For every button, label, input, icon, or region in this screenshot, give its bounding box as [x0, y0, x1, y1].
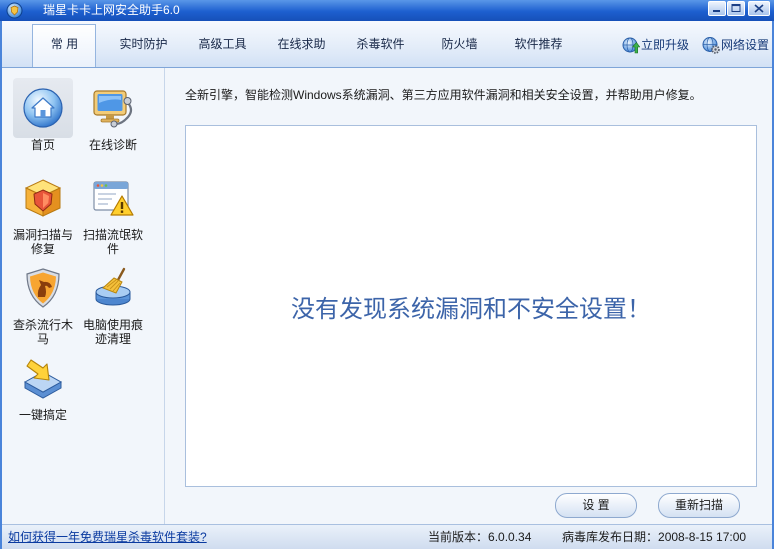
sidebar-item-label: 查杀流行木马: [12, 318, 73, 346]
network-settings-link[interactable]: 网络设置: [702, 36, 769, 54]
minimize-button[interactable]: [708, 1, 726, 16]
tab-online-help[interactable]: 在线求助: [262, 21, 341, 67]
upgrade-globe-icon: [622, 36, 640, 54]
sidebar-item-icon-area: [83, 258, 143, 318]
virus-db-date-info: 病毒库发布日期：2008-8-15 17:00: [562, 525, 746, 549]
version-info: 当前版本：6.0.0.34: [428, 525, 531, 549]
upgrade-now-label: 立即升级: [641, 38, 690, 52]
window-title: 瑞星卡卡上网安全助手6.0: [43, 3, 180, 17]
virus-db-date-label: 病毒库发布日期：: [562, 530, 659, 544]
tab-label: 杀毒软件: [356, 37, 405, 51]
sidebar-item-label: 漏洞扫描与修复: [12, 228, 73, 256]
tab-software-recommend[interactable]: 软件推荐: [499, 21, 578, 67]
sidebar-item-rogue-software-scan[interactable]: 扫描流氓软件: [80, 168, 146, 256]
tab-label: 实时防护: [119, 37, 168, 51]
upgrade-now-link[interactable]: 立即升级: [622, 36, 689, 54]
sidebar-item-icon-area: [13, 78, 73, 138]
tab-antivirus[interactable]: 杀毒软件: [341, 21, 420, 67]
sidebar-item-one-click[interactable]: 一键搞定: [10, 348, 76, 436]
tab-label: 软件推荐: [514, 37, 563, 51]
rescan-button[interactable]: 重新扫描: [658, 493, 740, 518]
sidebar-item-icon-area: [83, 78, 143, 138]
window-warning-icon: [93, 181, 134, 216]
sidebar-item-icon-area: [13, 348, 73, 408]
box-shield-icon: [24, 179, 62, 217]
tab-label: 高级工具: [198, 37, 247, 51]
version-label: 当前版本：: [428, 530, 489, 544]
scan-result-message: 没有发现系统漏洞和不安全设置！: [291, 294, 651, 323]
maximize-icon: [731, 4, 741, 12]
sidebar-item-label: 扫描流氓软件: [82, 228, 143, 256]
app-logo-icon[interactable]: [6, 2, 23, 19]
sidebar-item-label: 电脑使用痕迹清理: [82, 318, 143, 346]
window-frame-left: [0, 21, 2, 549]
network-settings-icon: [702, 36, 720, 54]
sidebar-item-icon-area: [13, 168, 73, 228]
sidebar-item-online-diagnosis[interactable]: 在线诊断: [80, 78, 146, 166]
home-icon: [23, 88, 63, 128]
tab-advanced-tools[interactable]: 高级工具: [183, 21, 262, 67]
tab-firewall[interactable]: 防火墙: [420, 21, 499, 67]
tab-common[interactable]: 常 用: [25, 21, 104, 67]
tab-label: 常 用: [50, 37, 79, 51]
tray-arrow-icon: [23, 359, 63, 399]
tab-label: 在线求助: [277, 37, 326, 51]
sidebar-item-trace-cleanup[interactable]: 电脑使用痕迹清理: [80, 258, 146, 346]
sidebar-item-home[interactable]: 首页: [10, 78, 76, 166]
network-settings-label: 网络设置: [721, 38, 770, 52]
disk-broom-icon: [95, 267, 131, 306]
close-button[interactable]: [748, 1, 770, 16]
tab-realtime-protection[interactable]: 实时防护: [104, 21, 183, 67]
tab-label: 防火墙: [441, 37, 478, 51]
minimize-icon: [713, 10, 720, 12]
sidebar-item-label: 在线诊断: [88, 138, 137, 152]
status-bar: 如何获得一年免费瑞星杀毒软件套装? 当前版本：6.0.0.34 病毒库发布日期：…: [0, 524, 774, 549]
version-value: 6.0.0.34: [488, 530, 532, 544]
feature-description: 全新引擎，智能检测Windows系统漏洞、第三方应用软件漏洞和相关安全设置，并帮…: [185, 88, 702, 102]
maximize-button[interactable]: [727, 1, 745, 16]
sidebar-item-trojan-kill[interactable]: 查杀流行木马: [10, 258, 76, 346]
virus-db-date-value: 2008-8-15 17:00: [658, 530, 747, 544]
scan-result-panel: 没有发现系统漏洞和不安全设置！: [185, 125, 757, 487]
monitor-stethoscope-icon: [93, 90, 133, 128]
sidebar-item-vulnerability-repair[interactable]: 漏洞扫描与修复: [10, 168, 76, 256]
shield-horse-icon: [26, 268, 60, 308]
app-window: 瑞星卡卡上网安全助手6.0 常 用 实时防护 高级工具 在线求助 杀毒软件 防火…: [0, 0, 774, 549]
sidebar-item-icon-area: [13, 258, 73, 318]
sidebar-item-icon-area: [83, 168, 143, 228]
sidebar-item-label: 首页: [30, 138, 55, 152]
title-bar[interactable]: 瑞星卡卡上网安全助手6.0: [0, 0, 774, 21]
settings-button[interactable]: 设 置: [555, 493, 637, 518]
main-tab-bar: 常 用 实时防护 高级工具 在线求助 杀毒软件 防火墙 软件推荐 立即升级 网络…: [0, 21, 774, 68]
free-antivirus-promo-link[interactable]: 如何获得一年免费瑞星杀毒软件套装?: [8, 525, 207, 549]
close-icon: [754, 4, 764, 13]
sidebar-item-label: 一键搞定: [18, 408, 67, 422]
